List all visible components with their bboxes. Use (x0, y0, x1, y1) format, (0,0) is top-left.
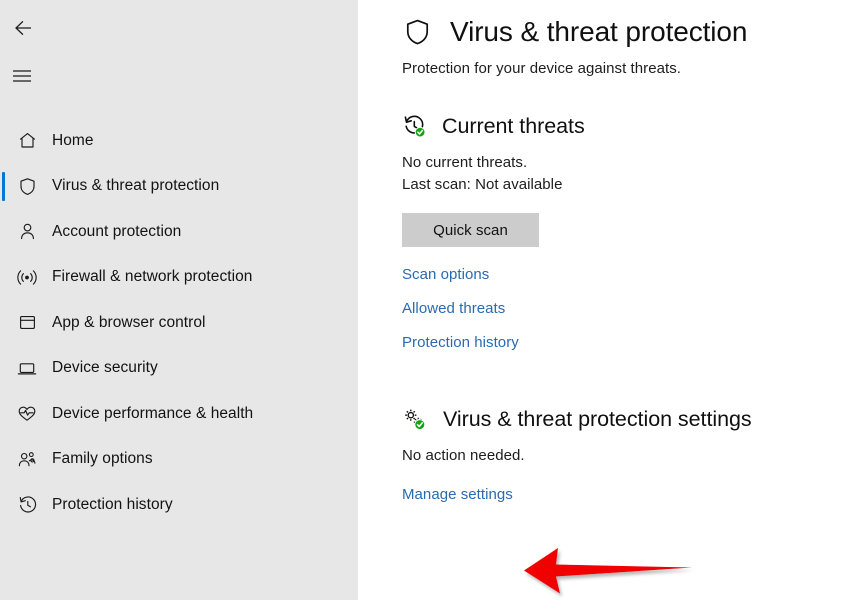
people-icon (13, 449, 41, 470)
sidebar: Home Virus & threat protection Account p… (0, 0, 358, 600)
sidebar-item-label: Device performance & health (52, 404, 254, 422)
sidebar-nav-list: Home Virus & threat protection Account p… (0, 118, 358, 528)
current-threats-status: No current threats. Last scan: Not avail… (402, 152, 851, 196)
quick-scan-button[interactable]: Quick scan (402, 213, 539, 247)
section-title: Virus & threat protection settings (443, 407, 752, 431)
allowed-threats-link[interactable]: Allowed threats (402, 300, 505, 317)
sidebar-item-family-options[interactable]: Family options (0, 437, 358, 483)
wifi-icon (13, 267, 41, 288)
scan-options-link[interactable]: Scan options (402, 266, 489, 283)
selection-indicator (2, 171, 5, 201)
page-header: Virus & threat protection (402, 16, 851, 48)
current-threats-header: Current threats (402, 114, 851, 139)
page-title: Virus & threat protection (450, 16, 748, 48)
shield-icon (402, 17, 433, 48)
navigation-menu-button[interactable] (0, 56, 44, 96)
sidebar-item-label: App & browser control (52, 313, 206, 331)
person-icon (13, 221, 41, 242)
sidebar-item-label: Virus & threat protection (52, 177, 220, 195)
sidebar-item-label: Family options (52, 450, 153, 468)
protection-settings-status: No action needed. (402, 447, 525, 464)
gears-check-icon (402, 407, 428, 432)
windows-security-window: Home Virus & threat protection Account p… (0, 0, 851, 600)
back-button[interactable] (0, 8, 44, 48)
protection-settings-links: Manage settings (402, 486, 851, 503)
sidebar-header (0, 0, 358, 96)
history-clock-icon (13, 494, 41, 515)
sidebar-item-device-performance-health[interactable]: Device performance & health (0, 391, 358, 437)
sidebar-item-virus-threat-protection[interactable]: Virus & threat protection (0, 164, 358, 210)
sidebar-item-label: Protection history (52, 495, 173, 513)
laptop-icon (13, 358, 41, 379)
last-scan-line: Last scan: Not available (402, 176, 563, 193)
main-content: Virus & threat protection Protection for… (358, 0, 851, 600)
window-icon (13, 312, 41, 333)
current-threats-section: Current threats No current threats. Last… (402, 114, 851, 351)
manage-settings-link[interactable]: Manage settings (402, 486, 513, 503)
sidebar-item-label: Home (52, 131, 94, 149)
threat-status-line: No current threats. (402, 154, 528, 171)
sidebar-item-label: Device security (52, 359, 158, 377)
sidebar-item-app-browser-control[interactable]: App & browser control (0, 300, 358, 346)
sidebar-item-home[interactable]: Home (0, 118, 358, 164)
sidebar-item-label: Firewall & network protection (52, 268, 253, 286)
back-arrow-icon (12, 17, 34, 39)
protection-history-link[interactable]: Protection history (402, 334, 519, 351)
current-threats-links: Scan options Allowed threats Protection … (402, 266, 851, 351)
home-icon (13, 130, 41, 151)
protection-settings-section: Virus & threat protection settings No ac… (402, 407, 851, 503)
section-title: Current threats (442, 114, 585, 138)
shield-icon (13, 176, 41, 197)
sidebar-item-device-security[interactable]: Device security (0, 346, 358, 392)
page-subtitle: Protection for your device against threa… (402, 60, 681, 77)
hamburger-icon (12, 69, 32, 83)
sidebar-item-protection-history[interactable]: Protection history (0, 482, 358, 528)
protection-settings-header: Virus & threat protection settings (402, 407, 851, 432)
sidebar-item-account-protection[interactable]: Account protection (0, 209, 358, 255)
history-clock-check-icon (402, 114, 428, 139)
sidebar-item-label: Account protection (52, 222, 182, 240)
sidebar-item-firewall-network-protection[interactable]: Firewall & network protection (0, 255, 358, 301)
heart-pulse-icon (13, 403, 41, 424)
